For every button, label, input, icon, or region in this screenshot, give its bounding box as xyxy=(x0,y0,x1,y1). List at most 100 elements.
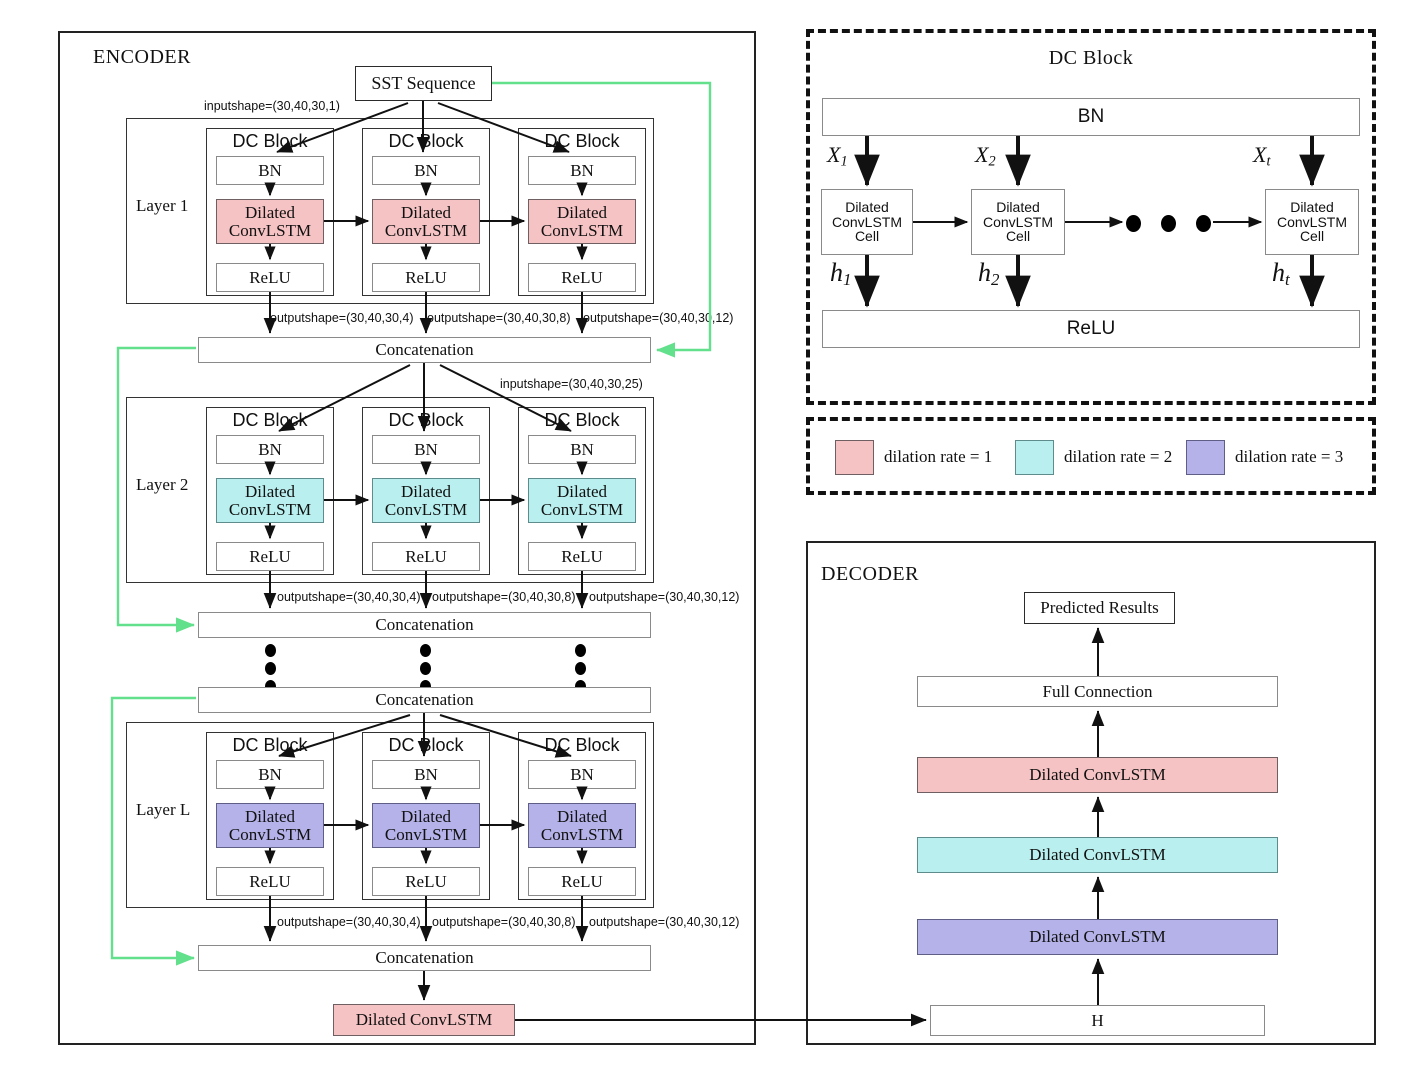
full-connection-box: Full Connection xyxy=(917,676,1278,707)
dc-block-cell-1: Dilated ConvLSTM Cell xyxy=(821,189,913,255)
layer-1-label: Layer 1 xyxy=(136,196,189,215)
decoder-title: DECODER xyxy=(821,563,919,585)
layer-1-conv-2: Dilated ConvLSTM xyxy=(372,199,480,244)
layer-2-relu-1: ReLU xyxy=(216,542,324,571)
dc-block-input-label-3: Xt xyxy=(1253,142,1271,170)
layer-L-label: Layer L xyxy=(136,800,191,819)
dc-block-bn: BN xyxy=(822,98,1360,136)
dc-block-cell-2: Dilated ConvLSTM Cell xyxy=(971,189,1065,255)
cell-line-2: ConvLSTM xyxy=(831,213,903,230)
legend-label-1: dilation rate = 1 xyxy=(884,447,993,466)
layer-2-relu-2: ReLU xyxy=(372,542,480,571)
encoder-final-conv: Dilated ConvLSTM xyxy=(333,1004,515,1036)
ellipsis-dot xyxy=(265,644,276,657)
dc-block-ellipsis-dot xyxy=(1161,215,1176,232)
layer-1-dcblock-1-title: DC Block xyxy=(232,131,308,151)
layer-2-output-shape-1: outputshape=(30,40,30,4) xyxy=(277,590,421,604)
legend-label-3: dilation rate = 3 xyxy=(1235,447,1344,466)
legend-swatch-1 xyxy=(835,440,874,475)
ellipsis-dot xyxy=(575,662,586,675)
predicted-results-box: Predicted Results xyxy=(1024,592,1175,624)
layer-L-relu-3: ReLU xyxy=(528,867,636,896)
dc-block-relu: ReLU xyxy=(822,310,1360,348)
dc-block-ellipsis-dot xyxy=(1126,215,1141,232)
layer-1-output-shape-2: outputshape=(30,40,30,8) xyxy=(427,311,571,325)
dc-block-ellipsis-dot xyxy=(1196,215,1211,232)
layer-L-dcblock-2-title: DC Block xyxy=(388,735,464,755)
layer-L-bn-1: BN xyxy=(216,760,324,789)
legend-swatch-3 xyxy=(1186,440,1225,475)
legend-label-2: dilation rate = 2 xyxy=(1064,447,1173,466)
layer-2-dcblock-2-title: DC Block xyxy=(388,410,464,430)
concatenation-4: Concatenation xyxy=(198,945,651,971)
cell-line-3: Cell xyxy=(1299,228,1325,245)
dc-block-output-label-3: ht xyxy=(1272,258,1290,290)
dc-block-output-label-1: h1 xyxy=(830,258,852,290)
layer-1-relu-1: ReLU xyxy=(216,263,324,292)
cell-line-1: Dilated xyxy=(845,198,889,215)
concat-input-shape-note: inputshape=(30,40,30,25) xyxy=(500,377,643,391)
layer-2-bn-1: BN xyxy=(216,435,324,464)
layer-L-relu-2: ReLU xyxy=(372,867,480,896)
ellipsis-dot xyxy=(265,662,276,675)
cell-line-1: Dilated xyxy=(1290,198,1334,215)
layer-1-bn-1: BN xyxy=(216,156,324,185)
layer-L-output-shape-2: outputshape=(30,40,30,8) xyxy=(432,915,576,929)
decoder-conv-1: Dilated ConvLSTM xyxy=(917,757,1278,793)
layer-1-output-shape-3: outputshape=(30,40,30,12) xyxy=(583,311,734,325)
ellipsis-dot xyxy=(575,644,586,657)
legend-swatch-2 xyxy=(1015,440,1054,475)
layer-2-conv-3: Dilated ConvLSTM xyxy=(528,478,636,523)
layer-L-conv-1: Dilated ConvLSTM xyxy=(216,803,324,848)
layer-L-bn-2: BN xyxy=(372,760,480,789)
layer-1-bn-3: BN xyxy=(528,156,636,185)
layer-2-conv-2: Dilated ConvLSTM xyxy=(372,478,480,523)
dc-block-cell-3: Dilated ConvLSTM Cell xyxy=(1265,189,1359,255)
layer-1-dcblock-2-title: DC Block xyxy=(388,131,464,151)
layer-1-relu-2: ReLU xyxy=(372,263,480,292)
layer-2-label: Layer 2 xyxy=(136,475,189,494)
layer-1-bn-2: BN xyxy=(372,156,480,185)
layer-2-bn-2: BN xyxy=(372,435,480,464)
layer-2-output-shape-2: outputshape=(30,40,30,8) xyxy=(432,590,576,604)
layer-1-dcblock-3-title: DC Block xyxy=(544,131,620,151)
decoder-conv-3: Dilated ConvLSTM xyxy=(917,919,1278,955)
layer-1-conv-3: Dilated ConvLSTM xyxy=(528,199,636,244)
layer-1-output-shape-1: outputshape=(30,40,30,4) xyxy=(270,311,414,325)
concatenation-3: Concatenation xyxy=(198,687,651,713)
cell-line-2: ConvLSTM xyxy=(982,213,1054,230)
cell-line-2: ConvLSTM xyxy=(1276,213,1348,230)
cell-line-3: Cell xyxy=(1005,228,1031,245)
layer-L-dcblock-1-title: DC Block xyxy=(232,735,308,755)
ellipsis-dot xyxy=(420,644,431,657)
cell-line-3: Cell xyxy=(854,228,880,245)
layer-2-dcblock-3-title: DC Block xyxy=(544,410,620,430)
ellipsis-dot xyxy=(420,662,431,675)
layer-L-output-shape-3: outputshape=(30,40,30,12) xyxy=(589,915,740,929)
encoder-input-shape-note: inputshape=(30,40,30,1) xyxy=(204,99,340,113)
layer-2-output-shape-3: outputshape=(30,40,30,12) xyxy=(589,590,740,604)
cell-line-1: Dilated xyxy=(996,198,1040,215)
layer-2-bn-3: BN xyxy=(528,435,636,464)
layer-2-relu-3: ReLU xyxy=(528,542,636,571)
dc-block-panel-title: DC Block xyxy=(1048,47,1134,69)
layer-L-output-shape-1: outputshape=(30,40,30,4) xyxy=(277,915,421,929)
encoder-title: ENCODER xyxy=(93,46,191,68)
layer-1-conv-1: Dilated ConvLSTM xyxy=(216,199,324,244)
concatenation-1: Concatenation xyxy=(198,337,651,363)
layer-2-conv-1: Dilated ConvLSTM xyxy=(216,478,324,523)
sst-sequence-box: SST Sequence xyxy=(355,66,492,101)
layer-L-bn-3: BN xyxy=(528,760,636,789)
layer-1-relu-3: ReLU xyxy=(528,263,636,292)
layer-2-dcblock-1-title: DC Block xyxy=(232,410,308,430)
dc-block-input-label-2: X2 xyxy=(975,142,996,170)
layer-L-conv-2: Dilated ConvLSTM xyxy=(372,803,480,848)
decoder-conv-2: Dilated ConvLSTM xyxy=(917,837,1278,873)
layer-L-dcblock-3-title: DC Block xyxy=(544,735,620,755)
dc-block-input-label-1: X1 xyxy=(827,142,848,170)
layer-L-conv-3: Dilated ConvLSTM xyxy=(528,803,636,848)
concatenation-2: Concatenation xyxy=(198,612,651,638)
layer-L-relu-1: ReLU xyxy=(216,867,324,896)
dc-block-output-label-2: h2 xyxy=(978,258,1000,290)
decoder-h-box: H xyxy=(930,1005,1265,1036)
